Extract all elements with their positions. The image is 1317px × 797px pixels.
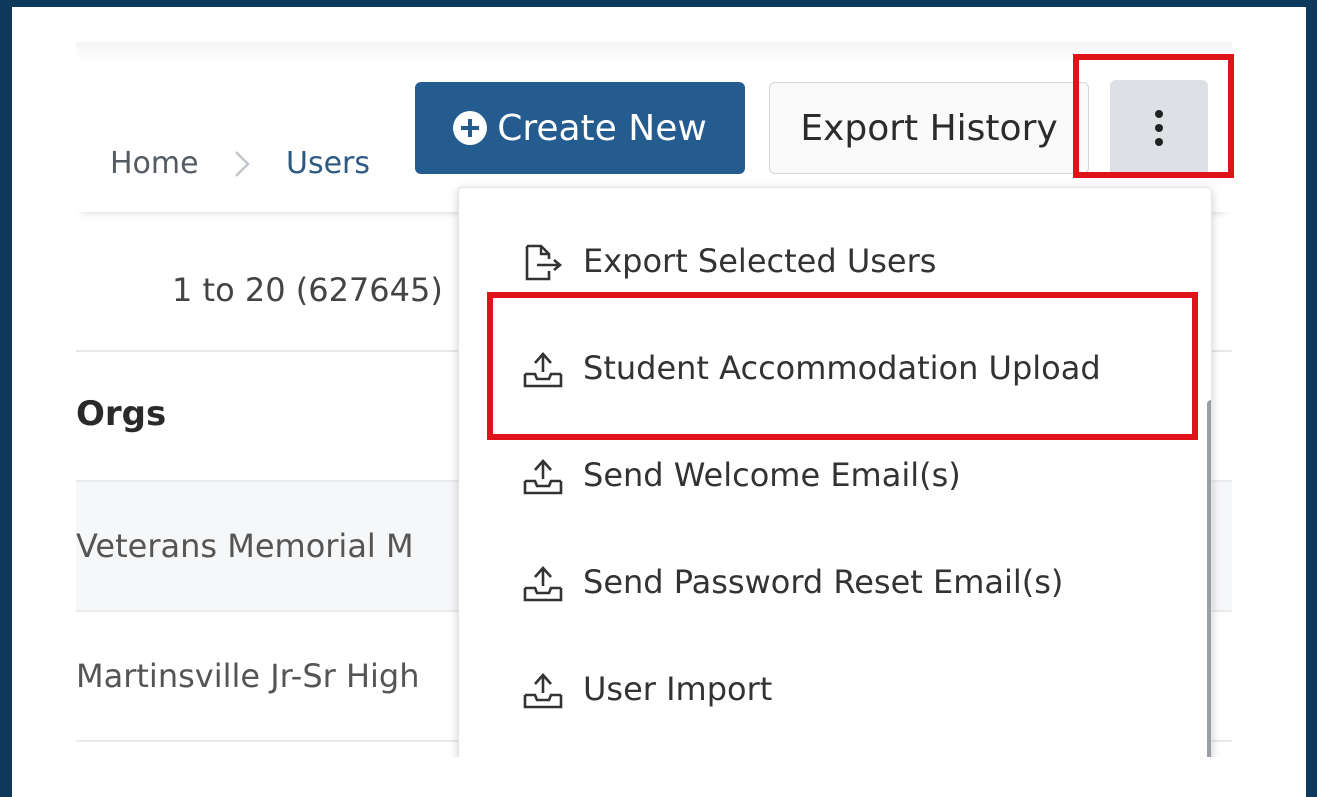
menu-item-label: Send Welcome Email(s) — [583, 456, 961, 494]
upload-tray-icon — [521, 350, 565, 390]
menu-item-student-accommodation-upload[interactable]: Student Accommodation Upload — [459, 323, 1211, 413]
export-history-button[interactable]: Export History — [769, 82, 1089, 174]
org-name-cell: Martinsville Jr-Sr High — [76, 657, 420, 695]
upload-tray-icon — [521, 564, 565, 604]
menu-item-send-welcome-emails[interactable]: Send Welcome Email(s) — [459, 430, 1211, 520]
breadcrumb-chevron-icon — [232, 146, 252, 191]
export-history-label: Export History — [800, 107, 1058, 149]
more-actions-button[interactable] — [1110, 80, 1208, 176]
menu-item-user-import[interactable]: User Import — [459, 644, 1211, 734]
upload-tray-icon — [521, 671, 565, 711]
pagination-range: 1 to 20 (627645) — [172, 271, 443, 309]
breadcrumb-users[interactable]: Users — [286, 146, 370, 182]
menu-item-label: User Import — [583, 670, 773, 708]
plus-circle-icon — [453, 111, 488, 145]
create-new-button[interactable]: Create New — [415, 82, 745, 174]
menu-item-export-selected-users[interactable]: Export Selected Users — [459, 216, 1211, 306]
header-strip — [76, 42, 1232, 62]
menu-scrollbar[interactable] — [1207, 400, 1211, 757]
upload-tray-icon — [521, 457, 565, 497]
column-header-orgs[interactable]: Orgs — [76, 392, 166, 436]
users-page: Home Users Create New Export History 1 t… — [76, 42, 1232, 757]
menu-item-label: Export Selected Users — [583, 242, 937, 280]
create-new-label: Create New — [497, 107, 707, 149]
file-export-icon — [521, 243, 565, 283]
screenshot-frame: Home Users Create New Export History 1 t… — [12, 7, 1306, 797]
org-name-cell: Veterans Memorial M — [76, 527, 414, 565]
menu-item-label: Student Accommodation Upload — [583, 349, 1101, 387]
more-actions-menu: Export Selected Users Student Accommodat… — [458, 187, 1212, 757]
breadcrumb-home[interactable]: Home — [110, 146, 199, 182]
menu-item-label: Send Password Reset Email(s) — [583, 563, 1064, 601]
menu-item-send-password-reset-emails[interactable]: Send Password Reset Email(s) — [459, 537, 1211, 627]
